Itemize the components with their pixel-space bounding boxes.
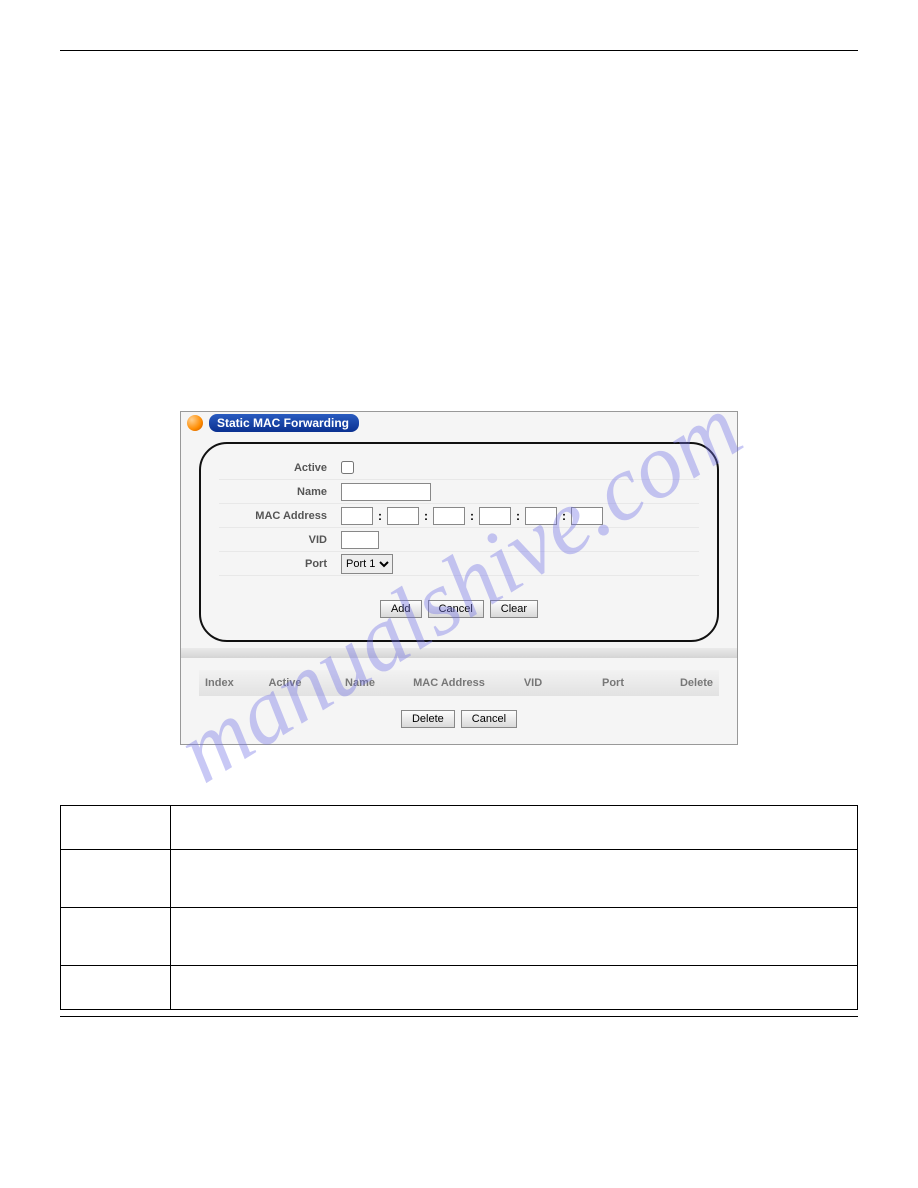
th-name: Name [315, 677, 405, 689]
mac-sep: : [422, 509, 430, 523]
label-active: Active [219, 462, 341, 474]
add-button[interactable]: Add [380, 600, 422, 618]
mac-input-1[interactable] [341, 507, 373, 525]
th-vid: VID [493, 677, 573, 689]
row-mac: MAC Address : : : : : [219, 504, 699, 528]
mac-input-3[interactable] [433, 507, 465, 525]
document-table [60, 805, 858, 1010]
row-active: Active [219, 456, 699, 480]
cancel-button[interactable]: Cancel [428, 600, 484, 618]
mac-sep: : [514, 509, 522, 523]
static-mac-forwarding-panel: Static MAC Forwarding Active Name MAC Ad… [180, 411, 738, 745]
row-vid: VID [219, 528, 699, 552]
table-header-row: Index Active Name MAC Address VID Port D… [199, 670, 719, 696]
mac-sep: : [376, 509, 384, 523]
row-port: Port Port 1 [219, 552, 699, 576]
panel-header: Static MAC Forwarding [181, 412, 737, 434]
mac-input-4[interactable] [479, 507, 511, 525]
active-checkbox[interactable] [341, 461, 354, 474]
mac-input-5[interactable] [525, 507, 557, 525]
mac-input-6[interactable] [571, 507, 603, 525]
port-select[interactable]: Port 1 [341, 554, 393, 574]
th-active: Active [255, 677, 315, 689]
th-delete: Delete [653, 677, 713, 689]
mac-input-2[interactable] [387, 507, 419, 525]
row-name: Name [219, 480, 699, 504]
mac-sep: : [560, 509, 568, 523]
top-rule [60, 50, 858, 51]
label-vid: VID [219, 534, 341, 546]
label-mac: MAC Address [219, 510, 341, 522]
delete-button[interactable]: Delete [401, 710, 455, 728]
clear-button[interactable]: Clear [490, 600, 538, 618]
name-input[interactable] [341, 483, 431, 501]
form-button-row: Add Cancel Clear [219, 600, 699, 618]
bottom-button-row: Delete Cancel [181, 696, 737, 744]
th-index: Index [205, 677, 255, 689]
vid-input[interactable] [341, 531, 379, 549]
panel-title: Static MAC Forwarding [209, 414, 359, 432]
form-container: Active Name MAC Address : : [199, 442, 719, 642]
label-port: Port [219, 558, 341, 570]
mac-sep: : [468, 509, 476, 523]
label-name: Name [219, 486, 341, 498]
bottom-rule [60, 1016, 858, 1017]
th-port: Port [573, 677, 653, 689]
cancel-button-2[interactable]: Cancel [461, 710, 517, 728]
header-orb-icon [187, 415, 203, 431]
divider [181, 648, 737, 658]
th-mac: MAC Address [405, 677, 493, 689]
